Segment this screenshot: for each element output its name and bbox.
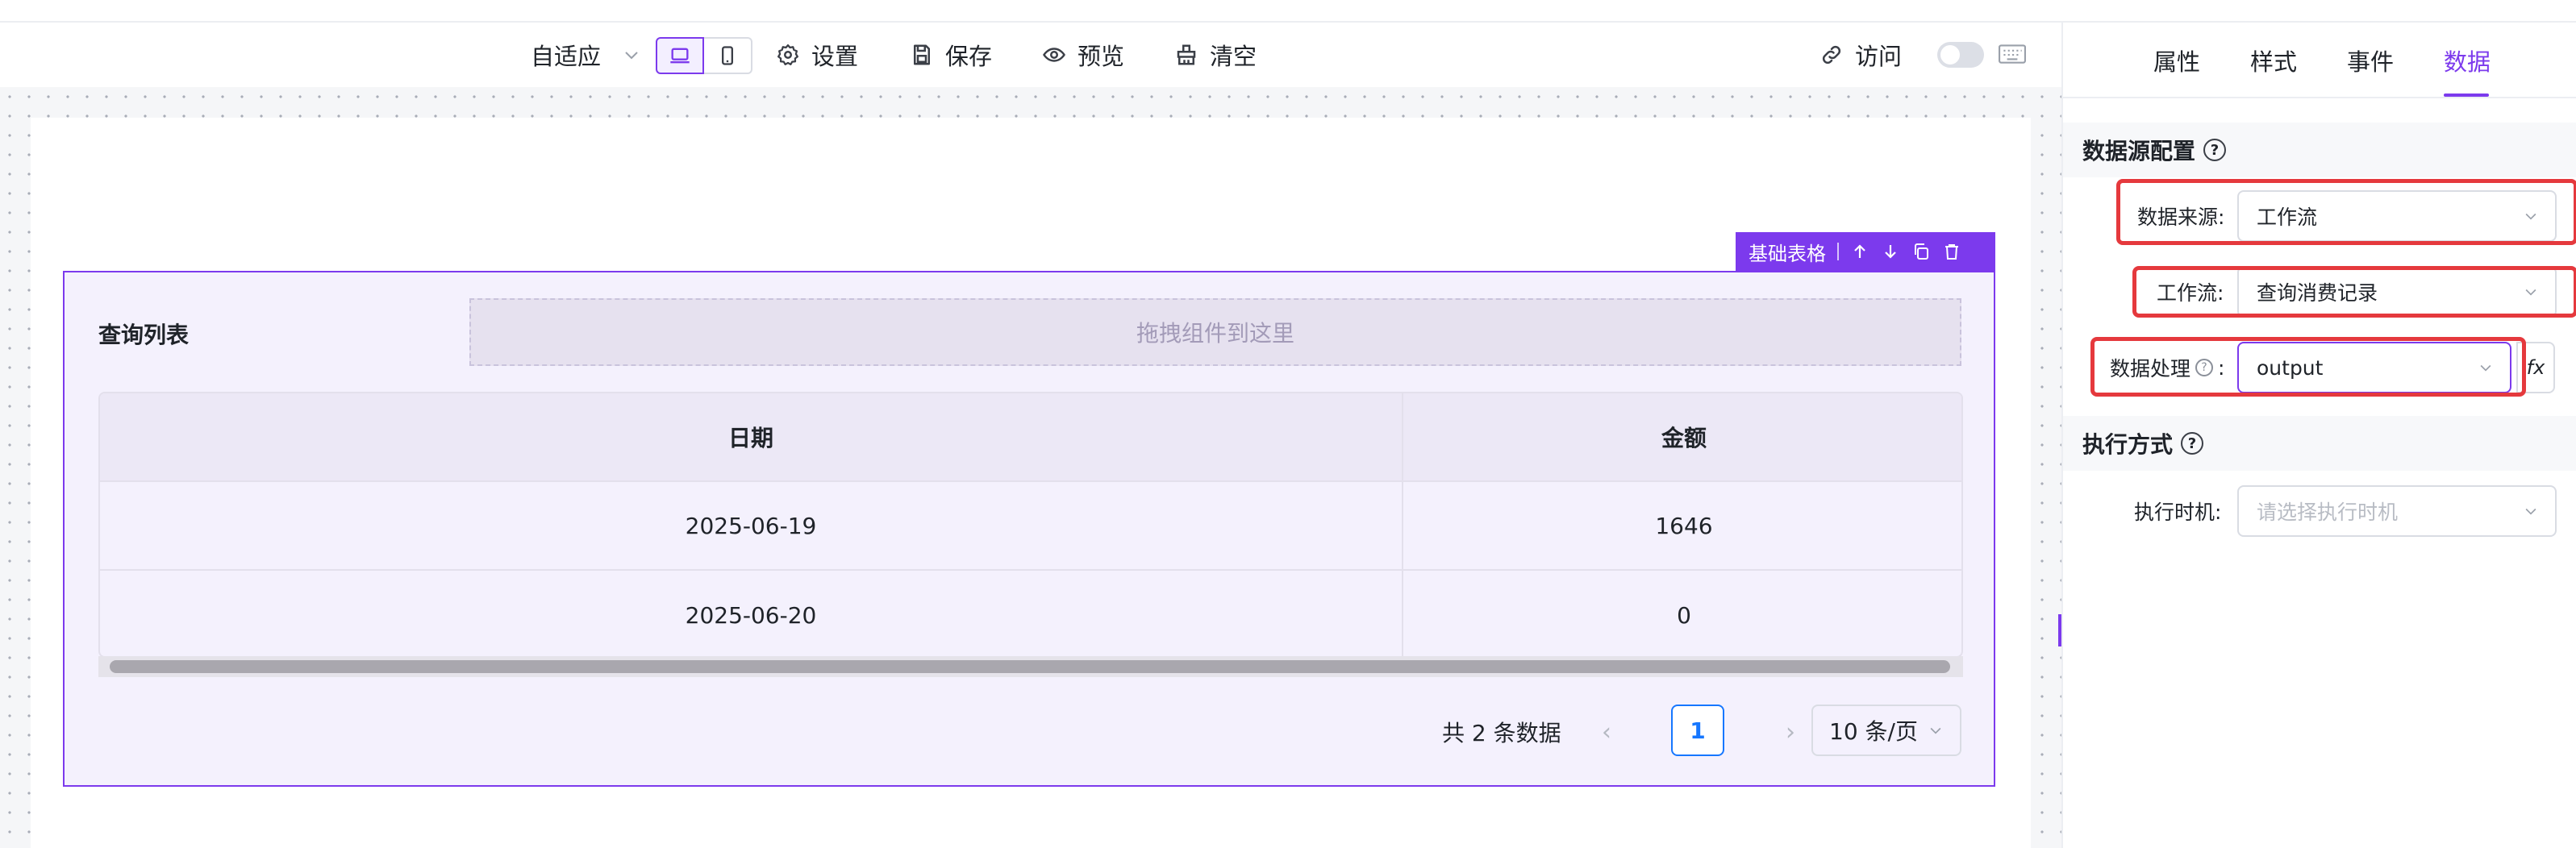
column-header-amount[interactable]: 金额	[1403, 393, 1961, 480]
chevron-down-icon	[1930, 727, 1941, 734]
active-tab-indicator	[2444, 94, 2489, 97]
settings-label: 设置	[811, 43, 859, 70]
table-cell: 0	[1677, 601, 1691, 629]
tab-events[interactable]: 事件	[2347, 44, 2394, 77]
datasource-section-header: 数据源配置 ?	[2063, 123, 2576, 177]
eye-icon	[1043, 48, 1065, 62]
copy-icon[interactable]	[1911, 242, 1931, 261]
tag-separator	[1837, 243, 1839, 260]
column-header-date[interactable]: 日期	[100, 393, 1403, 480]
visit-button[interactable]: 访问	[1819, 23, 1902, 87]
horizontal-scroll-track	[98, 656, 1963, 677]
link-icon	[1822, 45, 1841, 64]
horizontal-scrollbar[interactable]	[110, 660, 1950, 673]
save-button[interactable]: 保存	[910, 23, 992, 87]
help-icon[interactable]: ?	[2203, 139, 2227, 161]
data-table: 日期 金额 2025-06-19 1646 2025-06-20 0	[98, 392, 1963, 658]
tab-properties[interactable]: 属性	[2153, 44, 2200, 77]
page-size-value: 10 条/页	[1829, 718, 1918, 745]
query-list-title: 查询列表	[98, 322, 190, 348]
preview-label: 预览	[1078, 43, 1125, 70]
keyboard-icon[interactable]	[1999, 44, 2026, 64]
tab-data[interactable]: 数据	[2444, 44, 2491, 77]
datasource-section-title: 数据源配置	[2082, 138, 2196, 164]
visit-label: 访问	[1855, 43, 1903, 70]
arrow-up-icon[interactable]	[1850, 242, 1869, 261]
timing-label: 执行时机:	[2134, 501, 2222, 524]
table-cell: 1646	[1655, 512, 1713, 539]
page-size-select[interactable]: 10 条/页	[1811, 705, 1961, 756]
tab-styles[interactable]: 样式	[2250, 44, 2297, 77]
exec-section-header: 执行方式 ?	[2063, 416, 2576, 471]
component-tag: 基础表格	[1736, 232, 1995, 271]
chevron-down-icon	[2525, 508, 2536, 515]
arrow-down-icon[interactable]	[1881, 242, 1900, 261]
pagination-total: 共 2 条数据	[1442, 720, 1561, 746]
device-toggle	[656, 37, 752, 74]
gear-icon	[777, 44, 798, 65]
help-icon[interactable]: ?	[2181, 432, 2204, 455]
toggle-knob	[1940, 45, 1960, 64]
prev-page-icon[interactable]: ‹	[1590, 706, 1623, 758]
adaptive-label: 自适应	[531, 43, 602, 70]
properties-panel: 属性 样式 事件 数据 数据源配置 ? 数据来源: 工作流 工作流: 查询消费记…	[2061, 23, 2576, 848]
highlight-box	[2116, 179, 2576, 245]
phone-icon	[722, 46, 733, 65]
drop-zone-text: 拖拽组件到这里	[1136, 320, 1294, 347]
adaptive-select[interactable]: 自适应	[531, 23, 641, 87]
page-surface: 基础表格 查询列表 拖拽组件到这里 日期 金额 2025-06-19 1646	[31, 118, 2031, 848]
editor-toolbar: 自适应 设置 保存 预览 清空 访问	[0, 23, 2061, 87]
exec-section-title: 执行方式	[2082, 431, 2174, 458]
page-1-button[interactable]: 1	[1671, 705, 1724, 756]
design-canvas: 基础表格 查询列表 拖拽组件到这里 日期 金额 2025-06-19 1646	[0, 87, 2061, 848]
preview-button[interactable]: 预览	[1042, 23, 1124, 87]
chevron-down-icon	[625, 52, 638, 60]
table-row: 2025-06-20 0	[100, 571, 1961, 656]
next-page-icon[interactable]: ›	[1774, 706, 1807, 758]
basic-table-component[interactable]: 查询列表 拖拽组件到这里 日期 金额 2025-06-19 1646 2025-…	[63, 271, 1995, 787]
highlight-box	[2090, 337, 2526, 397]
drop-zone[interactable]: 拖拽组件到这里	[469, 298, 1961, 366]
component-tag-label: 基础表格	[1749, 242, 1826, 265]
exec-timing-placeholder: 请选择执行时机	[2257, 501, 2399, 524]
laptop-icon	[670, 48, 690, 64]
settings-button[interactable]: 设置	[776, 23, 858, 87]
table-row: 2025-06-19 1646	[100, 482, 1961, 571]
save-label: 保存	[945, 43, 993, 70]
desktop-view-button[interactable]	[656, 37, 704, 74]
mobile-view-button[interactable]	[704, 37, 752, 74]
delete-icon[interactable]	[1942, 242, 1961, 261]
table-cell: 2025-06-20	[100, 571, 1403, 656]
exec-timing-select[interactable]: 请选择执行时机	[2237, 485, 2557, 537]
table-header-row: 日期 金额	[100, 393, 1961, 482]
clear-button[interactable]: 清空	[1174, 23, 1257, 87]
save-icon	[914, 44, 930, 65]
clear-label: 清空	[1210, 43, 1257, 70]
mode-toggle[interactable]	[1937, 42, 1984, 68]
panel-tabs: 属性 样式 事件 数据	[2063, 23, 2576, 98]
broom-icon	[1177, 44, 1196, 65]
table-cell: 2025-06-19	[100, 482, 1403, 569]
highlight-box	[2132, 266, 2576, 318]
